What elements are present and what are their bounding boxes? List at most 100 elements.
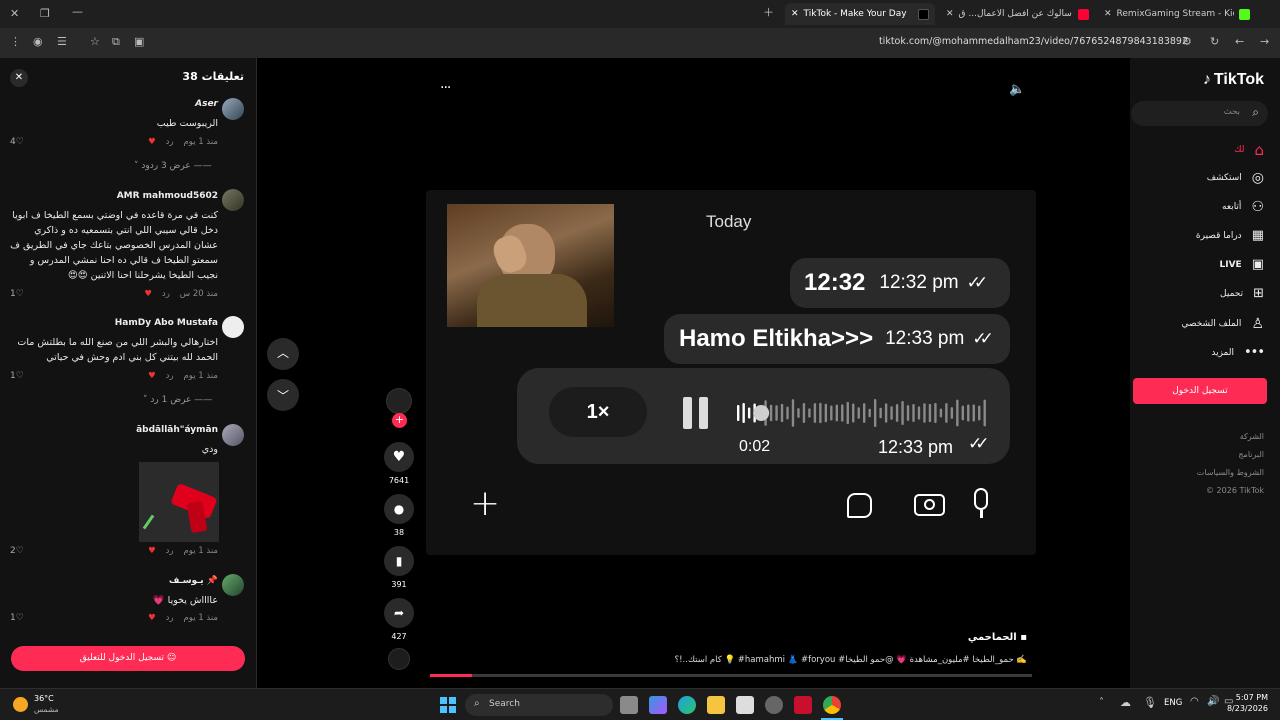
share-icon[interactable]: ⧉ <box>112 35 120 49</box>
clock-time[interactable]: 5:07 PM <box>1236 693 1268 702</box>
footer-link-program[interactable]: البرنامج <box>1238 450 1264 459</box>
like-count: 7641 <box>388 476 410 485</box>
window-restore-icon[interactable]: ❐ <box>40 7 50 21</box>
tab-kick[interactable]: ✕ RemixGaming Stream - Kick Da <box>1098 3 1256 25</box>
nav-item-for-you[interactable]: لك ⌂ <box>1234 141 1264 159</box>
view-replies-link[interactable]: ˅ عرض 1 رد —— <box>143 395 212 405</box>
waveform-bar <box>852 403 855 423</box>
close-comments-icon[interactable]: ✕ <box>10 69 28 87</box>
nav-item-following[interactable]: أتابعه ⚇ <box>1222 199 1264 215</box>
music-disc-icon[interactable] <box>388 648 410 670</box>
comment-author[interactable]: ābdāllāh"áymān <box>136 425 218 435</box>
more-options-icon[interactable]: ··· <box>440 80 451 96</box>
nav-item-upload[interactable]: تحميل ⊞ <box>1220 286 1264 301</box>
reply-link[interactable]: رد <box>166 137 174 147</box>
volume-icon[interactable]: 🔈 <box>1009 82 1025 97</box>
mic-tray-icon[interactable]: 🎙 <box>1143 696 1157 709</box>
avatar[interactable] <box>222 574 244 596</box>
reply-link[interactable]: رد <box>162 289 170 299</box>
browser-menu-icon[interactable]: ⋮ <box>10 35 21 49</box>
avatar[interactable] <box>222 189 244 211</box>
avatar[interactable] <box>222 424 244 446</box>
reply-link[interactable]: رد <box>166 613 174 623</box>
comment-author[interactable]: AMR mahmoud5602 <box>117 191 218 201</box>
app-icon[interactable] <box>765 696 783 714</box>
playback-progress-bar[interactable] <box>430 674 1032 677</box>
windows-start-icon[interactable] <box>440 697 456 713</box>
tray-overflow-icon[interactable]: ˄ <box>1099 697 1104 708</box>
window-close-icon[interactable]: ✕ <box>10 7 19 21</box>
copilot-icon[interactable] <box>649 696 667 714</box>
nav-item-more[interactable]: المزيد ••• <box>1211 345 1265 360</box>
login-button[interactable]: تسجيل الدخول <box>1133 378 1267 404</box>
volume-tray-icon[interactable]: 🔊 <box>1207 696 1219 707</box>
back-icon[interactable]: ← <box>1235 35 1244 49</box>
follow-plus-icon[interactable]: + <box>392 413 407 428</box>
new-tab-icon[interactable]: ＋ <box>763 6 774 20</box>
tab-close-icon[interactable]: ✕ <box>946 9 954 19</box>
forward-icon[interactable]: → <box>1260 35 1269 49</box>
comment-like-count[interactable]: 1♡ <box>10 371 24 381</box>
comment-author[interactable]: HamDy Abo Mustafa <box>115 318 218 328</box>
clock-date[interactable]: 8/23/2026 <box>1227 704 1268 713</box>
previous-video-button[interactable]: ︿ <box>267 338 299 370</box>
taskbar-search-box[interactable]: ⌕ Search <box>465 694 613 716</box>
reload-icon[interactable]: ↻ <box>1210 35 1219 49</box>
extensions-icon[interactable]: ▣ <box>134 35 144 49</box>
nav-item-profile[interactable]: الملف الشخصي ♙ <box>1181 316 1264 332</box>
waveform-bar <box>950 407 954 419</box>
footer-link-terms[interactable]: الشروط والسياسات <box>1197 468 1264 477</box>
next-video-button[interactable]: ﹀ <box>267 379 299 411</box>
reader-icon[interactable]: ☰ <box>57 35 67 49</box>
onedrive-cloud-icon[interactable]: ☁ <box>1120 696 1131 709</box>
account-icon[interactable]: ◉ <box>33 35 43 49</box>
file-explorer-icon[interactable] <box>707 696 725 714</box>
like-heart-icon[interactable]: ♥ <box>384 442 414 472</box>
window-minimize-icon[interactable]: — <box>72 5 83 19</box>
comment-like-count[interactable]: 4♡ <box>10 137 24 147</box>
avatar[interactable] <box>222 98 244 120</box>
tiktok-logo[interactable]: ♪ TikTok <box>1203 71 1264 89</box>
chrome-icon[interactable] <box>823 696 841 714</box>
comment-sticker-image[interactable] <box>139 462 219 542</box>
bookmark-star-icon[interactable]: ☆ <box>90 35 100 49</box>
site-settings-icon[interactable]: ⚙ <box>1182 35 1192 49</box>
reply-link[interactable]: رد <box>166 546 174 556</box>
message-time: 12:32 pm <box>879 272 959 293</box>
comment-author[interactable]: يـوسـف 📌 <box>169 576 218 586</box>
comment-like-count[interactable]: 1♡ <box>10 613 24 623</box>
creator-avatar[interactable] <box>386 388 412 414</box>
weather-sun-icon[interactable] <box>13 697 28 712</box>
nav-item-live[interactable]: LIVE ▣ <box>1220 257 1265 272</box>
search-icon[interactable]: ⌕ <box>1252 105 1259 120</box>
bookmark-icon[interactable]: ▮ <box>384 546 414 576</box>
language-indicator[interactable]: ENG <box>1164 698 1182 708</box>
tab-tiktok[interactable]: ✕ TikTok - Make Your Day <box>785 3 935 25</box>
chat-message-bubble: 12:32 12:32 pm ✓✓ <box>790 258 1010 308</box>
comment-bubble-icon[interactable]: ● <box>384 494 414 524</box>
comment-login-button[interactable]: تسجيل الدخول للتعليق ☺ <box>11 646 245 671</box>
nav-item-short-drama[interactable]: دراما قصيرة ▦ <box>1196 228 1264 243</box>
weather-temp[interactable]: 36°C <box>34 694 54 703</box>
video-author[interactable]: الحماحمي ▪ <box>968 632 1027 643</box>
reply-link[interactable]: رد <box>166 371 174 381</box>
comment-like-count[interactable]: 2♡ <box>10 546 24 556</box>
edge-icon[interactable] <box>678 696 696 714</box>
wifi-icon[interactable]: ◠ <box>1190 696 1199 707</box>
comment-author[interactable]: Aser <box>195 99 218 109</box>
tab-close-icon[interactable]: ✕ <box>791 9 799 19</box>
comment-like-count[interactable]: 1♡ <box>10 289 24 299</box>
task-view-icon[interactable] <box>620 696 638 714</box>
tab-close-icon[interactable]: ✕ <box>1104 9 1112 19</box>
share-arrow-icon[interactable]: ➦ <box>384 598 414 628</box>
microsoft-store-icon[interactable] <box>736 696 754 714</box>
avatar[interactable] <box>222 316 244 338</box>
footer-link-company[interactable]: الشركة <box>1240 432 1264 441</box>
nav-item-explore[interactable]: استكشف ◎ <box>1207 170 1264 186</box>
view-replies-link[interactable]: ˅ عرض 3 ردود —— <box>134 161 212 171</box>
tab-youtube[interactable]: ✕ وإن سألوك عن أفضل الأعمال... ق <box>940 3 1095 25</box>
app-red-icon[interactable] <box>794 696 812 714</box>
waveform-bar <box>791 399 795 427</box>
search-input[interactable]: بحث ⌕ <box>1131 101 1268 126</box>
url-text[interactable]: tiktok.com/@mohammedalham23/video/767652… <box>879 36 1188 47</box>
